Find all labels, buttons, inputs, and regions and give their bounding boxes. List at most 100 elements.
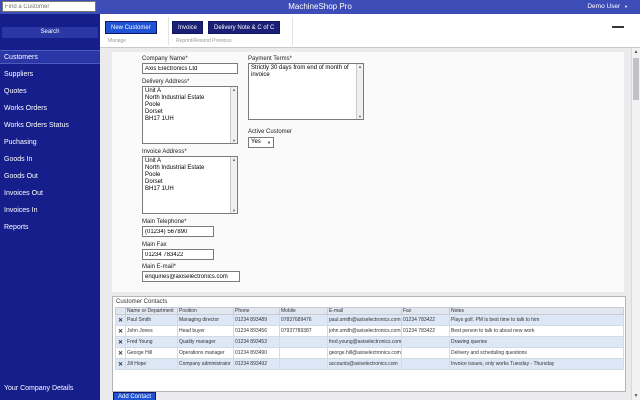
delivery-note-button[interactable]: Delivery Note & C of C [208, 21, 281, 34]
invoice-address-label: Invoice Address* [142, 149, 187, 155]
sidebar-item-company-details[interactable]: Your Company Details [4, 385, 73, 392]
scroll-up-icon[interactable]: ▲ [632, 49, 640, 55]
sidebar-nav: Suppliers Quotes Works Orders Works Orde… [0, 66, 100, 236]
payment-terms-wrap: Strictly 30 days from end of month of in… [248, 63, 364, 120]
table-row: ✕ John Jones Head buyer 01234 893456 079… [115, 325, 624, 337]
table-row: ✕ Fred Young Quality manager 01234 89345… [115, 336, 624, 348]
invoice-address-field[interactable]: Unit A North Industrial Estate Poole Dor… [142, 156, 238, 214]
sidebar-item-purchasing[interactable]: Puchasing [0, 134, 100, 151]
contact-phone: 01234 893456 [233, 325, 280, 337]
main-fax-label: Main Fax [142, 242, 167, 248]
sidebar-item-goods-in[interactable]: Goods In [0, 151, 100, 168]
contact-notes: Delivery and scheduling questions [449, 347, 624, 359]
contact-notes: Best person to talk to about new work [449, 325, 624, 337]
contact-notes: Invoice issues, only works Tuesday - Thu… [449, 358, 624, 370]
contact-fax [401, 358, 450, 370]
scroll-up-icon[interactable]: ▲ [231, 157, 237, 162]
sidebar-item-goods-out[interactable]: Goods Out [0, 168, 100, 185]
contact-phone: 01234 893489 [233, 314, 280, 326]
delete-contact-icon[interactable]: ✕ [115, 314, 126, 326]
chevron-down-icon: ▼ [267, 140, 271, 145]
search-button[interactable]: Search [2, 27, 98, 38]
contact-position: Head buyer [177, 325, 234, 337]
company-name-field[interactable] [142, 63, 238, 74]
contact-mobile [279, 347, 328, 359]
vertical-scrollbar[interactable]: ▲ ▼ [631, 48, 640, 400]
table-row: ✕ George Hill Operations manager 01234 8… [115, 347, 624, 359]
column-header: Fax [401, 307, 450, 315]
sidebar-item-invoices-in[interactable]: Invoices In [0, 202, 100, 219]
contacts-header-row: Name or Department Position Phone Mobile… [115, 307, 624, 315]
toolbar-divider [292, 17, 293, 45]
customer-form: Company Name* Delivery Address* Unit A N… [112, 52, 624, 292]
sidebar-item-invoices-out[interactable]: Invoices Out [0, 185, 100, 202]
sidebar-item-reports[interactable]: Reports [0, 219, 100, 236]
user-menu[interactable]: Demo User ▼ [587, 0, 628, 14]
invoice-address-scrollbar[interactable]: ▲ ▼ [230, 157, 237, 213]
scrollbar-thumb[interactable] [633, 58, 639, 100]
main-fax-field[interactable] [142, 249, 214, 260]
sidebar-item-customers[interactable]: Customers [0, 50, 100, 64]
contact-phone: 01234 893492 [233, 358, 280, 370]
main-telephone-field[interactable] [142, 226, 214, 237]
main-telephone-label: Main Telephone* [142, 219, 187, 225]
delivery-address-label: Delivery Address* [142, 79, 190, 85]
contact-mobile: 07837689476 [279, 314, 328, 326]
active-customer-label: Active Customer [248, 129, 293, 135]
contact-fax: 01234 783422 [401, 325, 450, 337]
sidebar-item-suppliers[interactable]: Suppliers [0, 66, 100, 83]
payment-terms-label: Payment Terms* [248, 56, 292, 62]
payment-terms-field[interactable]: Strictly 30 days from end of month of in… [248, 63, 364, 120]
contact-fax [401, 336, 450, 348]
contact-email: paul.smith@axiselectronics.com [327, 314, 402, 326]
delete-contact-icon[interactable]: ✕ [115, 325, 126, 337]
payment-terms-scrollbar[interactable]: ▲ ▼ [356, 64, 363, 119]
sidebar-item-works-orders[interactable]: Works Orders [0, 100, 100, 117]
scroll-up-icon[interactable]: ▲ [357, 64, 363, 69]
delivery-address-wrap: Unit A North Industrial Estate Poole Dor… [142, 86, 238, 144]
contact-mobile: 07937789387 [279, 325, 328, 337]
column-header: Position [177, 307, 234, 315]
contact-phone: 01234 893453 [233, 336, 280, 348]
contact-fax: 01234 783422 [401, 314, 450, 326]
delivery-address-scrollbar[interactable]: ▲ ▼ [230, 87, 237, 143]
contact-phone: 01234 893490 [233, 347, 280, 359]
column-header: Phone [233, 307, 280, 315]
top-bar: MachineShop Pro Demo User ▼ [0, 0, 640, 14]
app-window: MachineShop Pro Demo User ▼ Search Custo… [0, 0, 640, 400]
toolbar: New Customer Invoice Delivery Note & C o… [100, 14, 640, 48]
scroll-up-icon[interactable]: ▲ [231, 87, 237, 92]
contact-position: Managing director [177, 314, 234, 326]
column-header: E-mail [327, 307, 402, 315]
main-email-field[interactable] [142, 271, 240, 282]
invoice-address-wrap: Unit A North Industrial Estate Poole Dor… [142, 156, 238, 214]
contact-name: George Hill [125, 347, 178, 359]
contact-position: Company administrator [177, 358, 234, 370]
contact-position: Operations manager [177, 347, 234, 359]
scroll-down-icon[interactable]: ▼ [632, 393, 640, 399]
table-row: ✕ Paul Smith Managing director 01234 893… [115, 314, 624, 326]
scroll-down-icon[interactable]: ▼ [231, 208, 237, 213]
contact-email: george.hill@axiselectronics.com [327, 347, 402, 359]
scroll-down-icon[interactable]: ▼ [231, 138, 237, 143]
column-header: Notes [449, 307, 624, 315]
new-customer-button[interactable]: New Customer [105, 21, 157, 34]
sidebar-item-quotes[interactable]: Quotes [0, 83, 100, 100]
contact-notes: Plays golf. PM is best time to talk to h… [449, 314, 624, 326]
sidebar-item-works-orders-status[interactable]: Works Orders Status [0, 117, 100, 134]
add-contact-button[interactable]: Add Contact [113, 392, 157, 400]
customer-contacts-panel: Customer Contacts Name or Department Pos… [112, 296, 626, 392]
delete-contact-icon[interactable]: ✕ [115, 358, 126, 370]
delivery-address-field[interactable]: Unit A North Industrial Estate Poole Dor… [142, 86, 238, 144]
invoice-button[interactable]: Invoice [172, 21, 204, 34]
delete-contact-icon[interactable]: ✕ [115, 347, 126, 359]
active-customer-select[interactable]: Yes ▼ [248, 137, 274, 148]
search-input[interactable] [2, 1, 96, 12]
chevron-down-icon: ▼ [624, 4, 628, 9]
scroll-down-icon[interactable]: ▼ [357, 114, 363, 119]
contact-notes: Drawing queries [449, 336, 624, 348]
contact-email: fred.young@axiselectronics.com [327, 336, 402, 348]
app-title: MachineShop Pro [288, 2, 352, 11]
delete-column-header [115, 307, 126, 315]
delete-contact-icon[interactable]: ✕ [115, 336, 126, 348]
